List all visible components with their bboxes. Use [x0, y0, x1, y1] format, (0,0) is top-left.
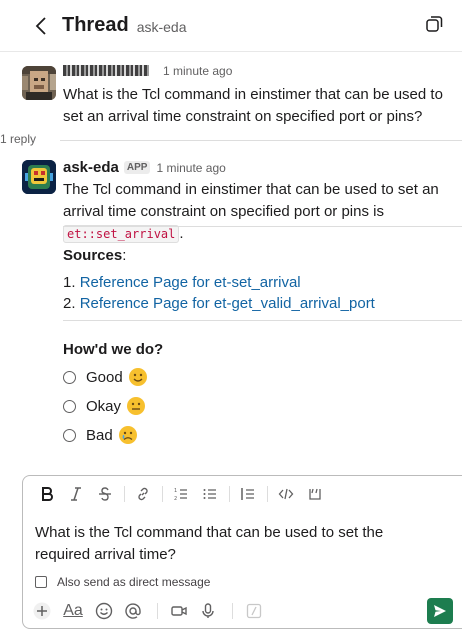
user-photo-icon: [22, 66, 56, 100]
divider: [63, 226, 462, 227]
microphone-icon: [202, 603, 214, 618]
source-link[interactable]: Reference Page for et-get_valid_arrival_…: [80, 295, 375, 312]
formatting-toolbar: 12: [23, 476, 462, 512]
bold-button[interactable]: [35, 482, 59, 506]
formatting-toggle-button[interactable]: Aa: [58, 598, 88, 624]
also-send-dm-checkbox[interactable]: [35, 576, 47, 588]
strikethrough-icon: [99, 487, 111, 501]
strikethrough-button[interactable]: [93, 482, 117, 506]
send-button[interactable]: [427, 598, 453, 624]
neutral-face-icon: [127, 397, 146, 415]
radio-button[interactable]: [63, 370, 76, 384]
audio-clip-button[interactable]: [195, 598, 221, 624]
channel-name: ask-eda: [136, 19, 187, 35]
plus-icon: [33, 602, 51, 620]
slash-command-button[interactable]: [241, 598, 267, 624]
code-icon: [278, 488, 294, 500]
svg-text:1: 1: [174, 488, 177, 494]
thread-header: Thread ask-eda: [0, 0, 462, 52]
feedback-option-okay[interactable]: Okay: [63, 396, 146, 416]
blockquote-button[interactable]: [236, 482, 260, 506]
italic-button[interactable]: [64, 482, 88, 506]
video-camera-icon: [171, 606, 187, 616]
reply-divider: 1 reply: [0, 132, 462, 150]
bulleted-list-icon: [203, 489, 216, 499]
author-name-redacted[interactable]: [63, 65, 149, 76]
code-block-icon: [309, 488, 321, 500]
emoji-icon: [95, 602, 113, 620]
source-link[interactable]: Reference Page for et-set_arrival: [80, 274, 301, 291]
divider: [63, 320, 462, 321]
mention-button[interactable]: [120, 598, 146, 624]
source-item-2: 2. Reference Page for et-get_valid_arriv…: [63, 295, 375, 312]
slash-command-icon: [246, 603, 262, 619]
feedback-heading: How'd we do?: [63, 341, 164, 358]
popout-button[interactable]: [424, 14, 448, 38]
crying-face-icon: [118, 426, 137, 444]
svg-text:2: 2: [174, 496, 177, 502]
inline-code: et::set_arrival: [63, 225, 180, 243]
app-badge: APP: [123, 161, 151, 174]
sources-heading: Sources:: [63, 247, 127, 264]
bot-logo-icon: [22, 160, 56, 194]
also-send-dm-row[interactable]: Also send as direct message: [35, 575, 210, 589]
slightly-smiling-face-icon: [128, 368, 147, 386]
message-composer[interactable]: 12 What is the Tcl command that can be u…: [22, 475, 462, 629]
code-button[interactable]: [274, 482, 298, 506]
reply-count: 1 reply: [0, 132, 43, 146]
source-item-1: 1. Reference Page for et-set_arrival: [63, 274, 301, 291]
avatar[interactable]: [22, 66, 56, 100]
at-sign-icon: [125, 603, 141, 619]
bold-icon: [42, 487, 53, 501]
video-clip-button[interactable]: [166, 598, 192, 624]
feedback-option-bad[interactable]: Bad: [63, 425, 138, 445]
bot-author-name[interactable]: ask-eda: [63, 159, 119, 176]
bulleted-list-button[interactable]: [198, 482, 222, 506]
code-block-button[interactable]: [303, 482, 327, 506]
composer-actions: Aa: [29, 596, 459, 626]
feedback-option-good[interactable]: Good: [63, 367, 148, 387]
blockquote-icon: [241, 488, 254, 500]
message-input[interactable]: What is the Tcl command that can be used…: [35, 522, 442, 566]
back-button[interactable]: [26, 11, 56, 41]
italic-icon: [71, 487, 81, 501]
bot-avatar[interactable]: [22, 160, 56, 194]
link-button[interactable]: [131, 482, 155, 506]
message-timestamp[interactable]: 1 minute ago: [163, 64, 232, 78]
page-title: Thread: [62, 14, 129, 36]
radio-button[interactable]: [63, 428, 76, 442]
message-timestamp[interactable]: 1 minute ago: [156, 161, 225, 175]
chevron-left-icon: [35, 16, 46, 35]
send-icon: [434, 605, 446, 617]
answer-text: The Tcl command in einstimer that can be…: [63, 181, 439, 243]
link-icon: [138, 487, 148, 501]
attach-button[interactable]: [29, 598, 55, 624]
ordered-list-button[interactable]: 12: [169, 482, 193, 506]
radio-button[interactable]: [63, 399, 76, 413]
popout-icon: [426, 16, 443, 32]
numbered-list-icon: 12: [174, 488, 187, 502]
emoji-button[interactable]: [91, 598, 117, 624]
text-format-icon: Aa: [63, 602, 83, 619]
message-text: What is the Tcl command in einstimer tha…: [63, 86, 443, 125]
question-message: 1 minute ago What is the Tcl command in …: [0, 64, 462, 126]
